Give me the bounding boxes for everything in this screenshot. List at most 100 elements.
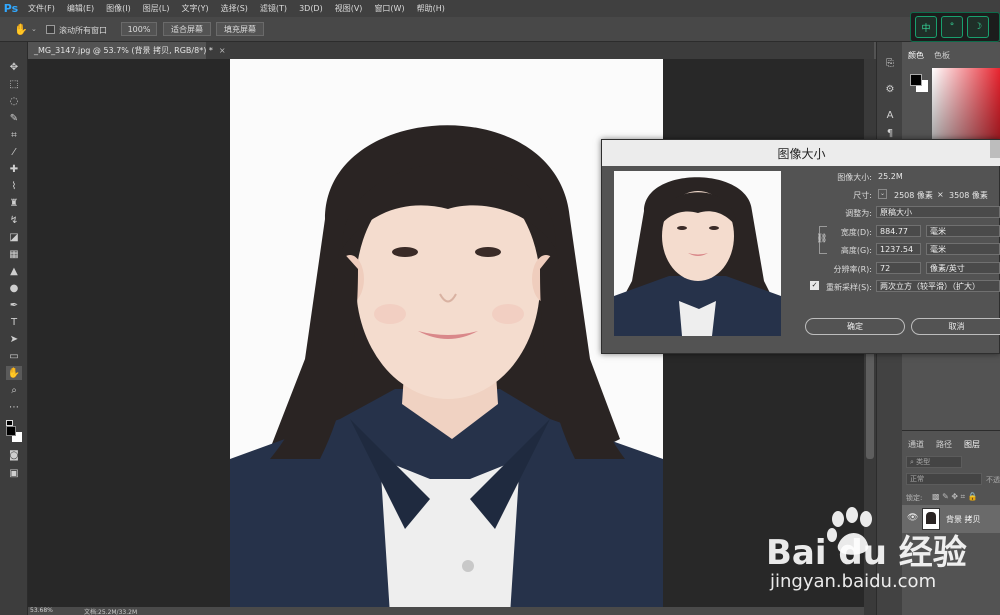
menu-file[interactable]: 文件(F) <box>22 3 61 14</box>
menu-edit[interactable]: 编辑(E) <box>61 3 100 14</box>
image-size-dialog: 图像大小 图像大小: 25.2M 尺寸: ⌄ 2508 像素 × 3508 像素… <box>601 139 1000 354</box>
height-label: 高度(G): <box>840 246 872 255</box>
menu-filter[interactable]: 滤镜(T) <box>254 3 293 14</box>
brush-tool-icon[interactable]: ⌇ <box>6 179 22 193</box>
more-tools-icon[interactable]: ⋯ <box>6 400 22 414</box>
watermark-brand: Bai du 经验 <box>766 533 967 573</box>
scrollbar-thumb[interactable] <box>866 349 874 459</box>
menu-image[interactable]: 图像(I) <box>100 3 137 14</box>
screen-mode-icon[interactable]: ▣ <box>6 466 22 480</box>
foreground-color-swatch[interactable] <box>6 426 16 436</box>
gradient-tool-icon[interactable]: ▦ <box>6 247 22 261</box>
tab-swatches[interactable]: 色板 <box>934 50 950 61</box>
chevron-down-icon[interactable]: ⌄ <box>31 25 37 33</box>
paragraph-panel-icon[interactable]: ¶ <box>883 126 897 140</box>
tab-layers[interactable]: 图层 <box>964 439 980 450</box>
ime-chinese-key[interactable]: 中 <box>915 16 937 38</box>
stamp-tool-icon[interactable]: ♜ <box>6 196 22 210</box>
eyedropper-tool-icon[interactable]: ⁄ <box>6 145 22 159</box>
dialog-preview[interactable] <box>614 171 781 336</box>
hand-tool-icon[interactable]: ✋ <box>6 366 22 380</box>
document-tab[interactable]: _MG_3147.jpg @ 53.7% (背景 拷贝, RGB/8*) * × <box>28 42 226 59</box>
crop-tool-icon[interactable]: ⌗ <box>6 128 22 142</box>
layer-filter-select[interactable]: ⌕ 类型 <box>906 456 962 468</box>
properties-panel-icon[interactable]: ⚙ <box>883 82 897 96</box>
tab-paths[interactable]: 路径 <box>936 439 952 450</box>
search-icon: ⌕ <box>910 458 914 466</box>
menu-help[interactable]: 帮助(H) <box>411 3 451 14</box>
history-brush-tool-icon[interactable]: ↯ <box>6 213 22 227</box>
rectangle-tool-icon[interactable]: ▭ <box>6 349 22 363</box>
resample-select[interactable]: 两次立方（较平滑）（扩大） <box>876 280 1000 292</box>
dialog-title-bar[interactable]: 图像大小 <box>602 140 1000 166</box>
width-label: 宽度(D): <box>840 228 872 237</box>
tools-panel: ✥ ⬚ ◌ ✎ ⌗ ⁄ ✚ ⌇ ♜ ↯ ◪ ▦ ▲ ● ✒ T ➤ ▭ ✋ ⌕ … <box>0 42 28 615</box>
dimensions-x: × <box>937 190 944 199</box>
portrait-illustration <box>230 59 663 615</box>
height-input[interactable]: 1237.54 <box>876 243 921 255</box>
panel-foreground-swatch[interactable] <box>910 74 922 86</box>
dodge-tool-icon[interactable]: ● <box>6 281 22 295</box>
cancel-button[interactable]: 取消 <box>911 318 1000 335</box>
image-size-value: 25.2M <box>878 172 903 181</box>
healing-tool-icon[interactable]: ✚ <box>6 162 22 176</box>
status-doc-size: 文档:25.2M/33.2M <box>84 609 138 615</box>
marquee-tool-icon[interactable]: ⬚ <box>6 77 22 91</box>
width-unit-select[interactable]: 毫米 <box>926 225 1000 237</box>
blur-tool-icon[interactable]: ▲ <box>6 264 22 278</box>
quick-select-tool-icon[interactable]: ✎ <box>6 111 22 125</box>
menu-type[interactable]: 文字(Y) <box>175 3 214 14</box>
pen-tool-icon[interactable]: ✒ <box>6 298 22 312</box>
ime-moon-key[interactable]: ☽ <box>967 16 989 38</box>
fit-to-label: 调整为: <box>845 209 872 218</box>
color-spectrum[interactable] <box>932 68 1000 140</box>
lasso-tool-icon[interactable]: ◌ <box>6 94 22 108</box>
tab-color[interactable]: 颜色 <box>908 50 924 61</box>
type-tool-icon[interactable]: T <box>6 315 22 329</box>
ime-punct-key[interactable]: ° <box>941 16 963 38</box>
fill-screen-button[interactable]: 填充屏幕 <box>216 22 264 36</box>
menu-bar: Ps 文件(F) 编辑(E) 图像(I) 图层(L) 文字(Y) 选择(S) 滤… <box>0 0 1000 17</box>
dimensions-height: 3508 像素 <box>949 191 988 200</box>
eraser-tool-icon[interactable]: ◪ <box>6 230 22 244</box>
hand-tool-icon[interactable]: ✋ <box>14 23 28 36</box>
resolution-input[interactable]: 72 <box>876 262 921 274</box>
ok-button[interactable]: 确定 <box>805 318 905 335</box>
dialog-title: 图像大小 <box>777 146 826 161</box>
dimensions-width: 2508 像素 <box>894 191 933 200</box>
ime-toolbar: 中 ° ☽ <box>910 12 1000 42</box>
close-tab-icon[interactable]: × <box>219 46 226 55</box>
dimensions-unit-dropdown[interactable]: ⌄ <box>878 189 887 199</box>
menu-window[interactable]: 窗口(W) <box>368 3 410 14</box>
menu-select[interactable]: 选择(S) <box>215 3 254 14</box>
status-zoom[interactable]: 53.68% <box>30 607 53 614</box>
fit-to-select[interactable]: 原稿大小 <box>876 206 1000 218</box>
move-tool-icon[interactable]: ✥ <box>6 60 22 74</box>
layer-filter-label: 类型 <box>916 458 931 466</box>
height-unit-select[interactable]: 毫米 <box>926 243 1000 255</box>
scroll-all-checkbox[interactable] <box>46 25 55 34</box>
options-bar: ✋ ⌄ 滚动所有窗口 100% 适合屏幕 填充屏幕 <box>0 17 1000 42</box>
document-tab-title: _MG_3147.jpg @ 53.7% (背景 拷贝, RGB/8*) * <box>34 46 213 55</box>
opacity-label: 不透 <box>986 476 1000 484</box>
dialog-close-button[interactable] <box>990 140 1000 158</box>
character-panel-icon[interactable]: A <box>883 108 897 122</box>
history-panel-icon[interactable]: ⎘ <box>883 56 897 70</box>
document-photo[interactable] <box>230 59 663 615</box>
preview-portrait-illustration <box>614 171 781 336</box>
resolution-unit-select[interactable]: 像素/英寸 <box>926 262 1000 274</box>
quick-mask-icon[interactable]: ◙ <box>6 448 22 462</box>
tab-channels[interactable]: 通道 <box>908 439 924 450</box>
path-select-tool-icon[interactable]: ➤ <box>6 332 22 346</box>
zoom-tool-icon[interactable]: ⌕ <box>6 383 22 397</box>
baidu-jingyan-watermark: Bai du 经验 jingyan.baidu.com <box>760 505 1000 605</box>
zoom-100-button[interactable]: 100% <box>121 22 157 36</box>
blend-mode-select[interactable]: 正常 <box>906 473 982 485</box>
scroll-all-label: 滚动所有窗口 <box>59 26 107 35</box>
fit-screen-button[interactable]: 适合屏幕 <box>163 22 211 36</box>
width-input[interactable]: 884.77 <box>876 225 921 237</box>
lock-pixels-icon[interactable]: ▩ ✎ ✥ ⌗ 🔒 <box>932 492 978 502</box>
menu-view[interactable]: 视图(V) <box>329 3 369 14</box>
menu-layer[interactable]: 图层(L) <box>137 3 176 14</box>
menu-3d[interactable]: 3D(D) <box>293 4 329 13</box>
